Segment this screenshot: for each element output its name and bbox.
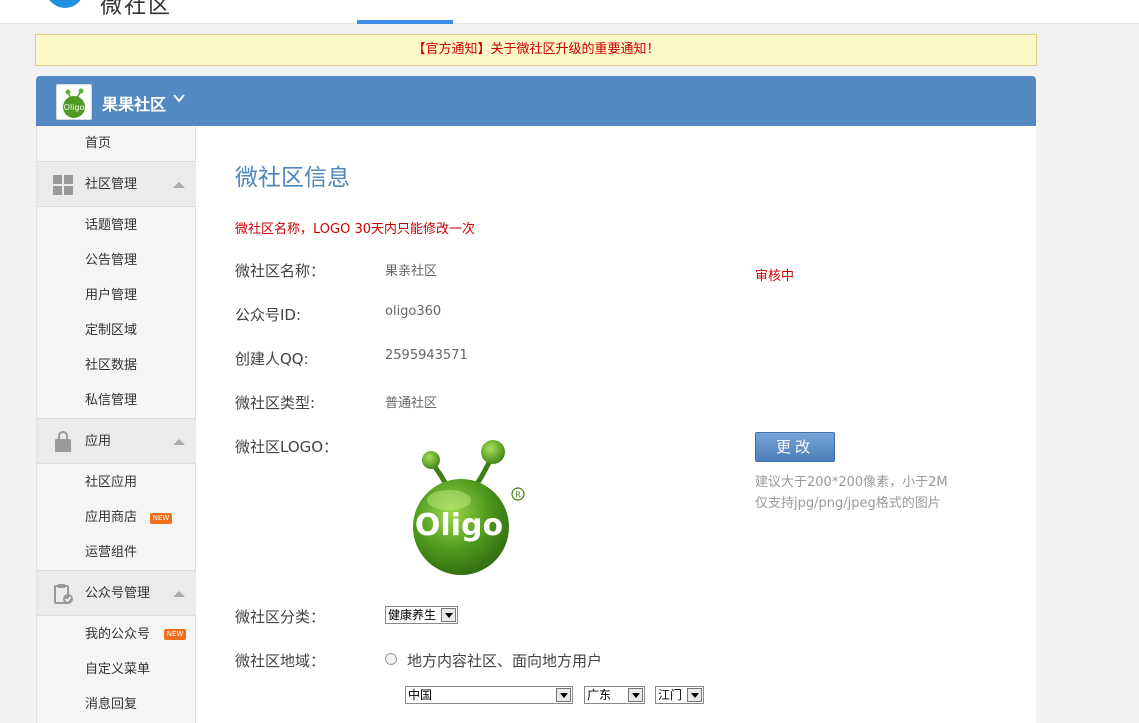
province-select-value: 广东	[587, 688, 612, 702]
clipboard-check-icon	[54, 584, 73, 604]
community-logo-image: Oligo R	[413, 440, 525, 575]
account-id-value: oligo360	[385, 304, 442, 319]
official-notice[interactable]: 【官方通知】关于微社区升级的重要通知！	[35, 34, 1037, 66]
brand-logo-icon	[46, 0, 84, 8]
type-label: 微社区类型:	[235, 394, 316, 412]
caret-up-icon	[173, 182, 185, 188]
sidebar-group-apps[interactable]: 应用	[37, 418, 196, 464]
sidebar-group-official-accounts[interactable]: 公众号管理	[37, 570, 196, 616]
country-select[interactable]: 中国	[405, 686, 573, 704]
dropdown-arrow-icon	[628, 688, 643, 702]
logo-format-hint: 仅支持jpg/png/jpeg格式的图片	[755, 496, 941, 511]
sidebar-item-community-apps[interactable]: 社区应用	[37, 465, 196, 500]
sidebar-item-message-reply[interactable]: 消息回复	[37, 687, 196, 722]
sidebar-item-operation-widgets[interactable]: 运营组件	[37, 535, 196, 570]
bag-icon	[55, 431, 71, 452]
main-content: 微社区信息 微社区名称，LOGO 30天内只能修改一次 微社区名称： 果亲社区 …	[196, 126, 1036, 723]
sidebar-item-custom-menu[interactable]: 自定义菜单	[37, 652, 196, 687]
sidebar-item-app-store[interactable]: 应用商店	[37, 500, 196, 535]
creator-qq-label: 创建人QQ:	[235, 350, 309, 368]
community-header: Oligo 果果社区	[36, 76, 1036, 126]
sidebar-group-community[interactable]: 社区管理	[37, 161, 196, 207]
category-select-value: 健康养生	[388, 608, 437, 622]
sidebar-item-announcements[interactable]: 公告管理	[37, 243, 196, 278]
dropdown-arrow-icon	[441, 608, 456, 622]
logo-label: 微社区LOGO：	[235, 438, 339, 456]
caret-up-icon	[173, 591, 185, 597]
svg-text:Oligo: Oligo	[64, 103, 85, 112]
name-label: 微社区名称：	[235, 262, 326, 280]
sidebar-item-users[interactable]: 用户管理	[37, 278, 196, 313]
province-select[interactable]: 广东	[584, 686, 645, 704]
sidebar-item-data[interactable]: 社区数据	[37, 348, 196, 383]
sidebar: 首页 社区管理 话题管理 公告管理 用户管理 定制区域 社区数据 私信管理 应用…	[36, 126, 196, 723]
active-tab-indicator	[357, 20, 453, 24]
sidebar-item-messages[interactable]: 私信管理	[37, 383, 196, 418]
local-community-radio-label[interactable]: 地方内容社区、面向地方用户	[407, 650, 602, 671]
type-value: 普通社区	[385, 396, 438, 411]
brand-name: 微社区	[100, 0, 173, 19]
sidebar-group-label: 社区管理	[85, 177, 138, 192]
logo-text: Oligo	[415, 508, 503, 543]
new-badge: NEW	[164, 629, 186, 640]
review-status: 审核中	[755, 269, 795, 284]
logo-size-hint: 建议大于200*200像素，小于2M	[755, 475, 948, 490]
city-select[interactable]: 江门	[655, 686, 704, 704]
community-avatar: Oligo	[56, 84, 92, 120]
dropdown-arrow-icon	[687, 688, 702, 702]
svg-text:R: R	[515, 491, 521, 500]
sidebar-item-topics[interactable]: 话题管理	[37, 208, 196, 243]
sidebar-group-label: 公众号管理	[85, 586, 151, 601]
country-select-value: 中国	[408, 688, 433, 702]
change-logo-button[interactable]: 更改	[755, 432, 835, 462]
sidebar-item-home[interactable]: 首页	[37, 126, 196, 161]
new-badge: NEW	[150, 513, 172, 524]
account-id-label: 公众号ID:	[235, 306, 302, 324]
category-select[interactable]: 健康养生	[385, 606, 458, 624]
sidebar-group-label: 应用	[85, 434, 112, 449]
category-label: 微社区分类：	[235, 608, 326, 626]
name-value: 果亲社区	[385, 264, 438, 279]
modify-limit-warning: 微社区名称，LOGO 30天内只能修改一次	[235, 222, 475, 237]
caret-up-icon	[173, 439, 185, 445]
dropdown-arrow-icon	[556, 688, 571, 702]
community-name[interactable]: 果果社区	[102, 91, 166, 115]
chevron-down-icon[interactable]	[172, 91, 186, 105]
city-select-value: 江门	[658, 688, 683, 702]
creator-qq-value: 2595943571	[385, 348, 468, 363]
local-community-radio[interactable]	[385, 653, 397, 665]
top-bar: 微社区	[0, 0, 1139, 24]
grid-icon	[53, 175, 73, 195]
region-label: 微社区地域：	[235, 652, 326, 670]
sidebar-item-custom-area[interactable]: 定制区域	[37, 313, 196, 348]
page-title: 微社区信息	[235, 165, 350, 191]
